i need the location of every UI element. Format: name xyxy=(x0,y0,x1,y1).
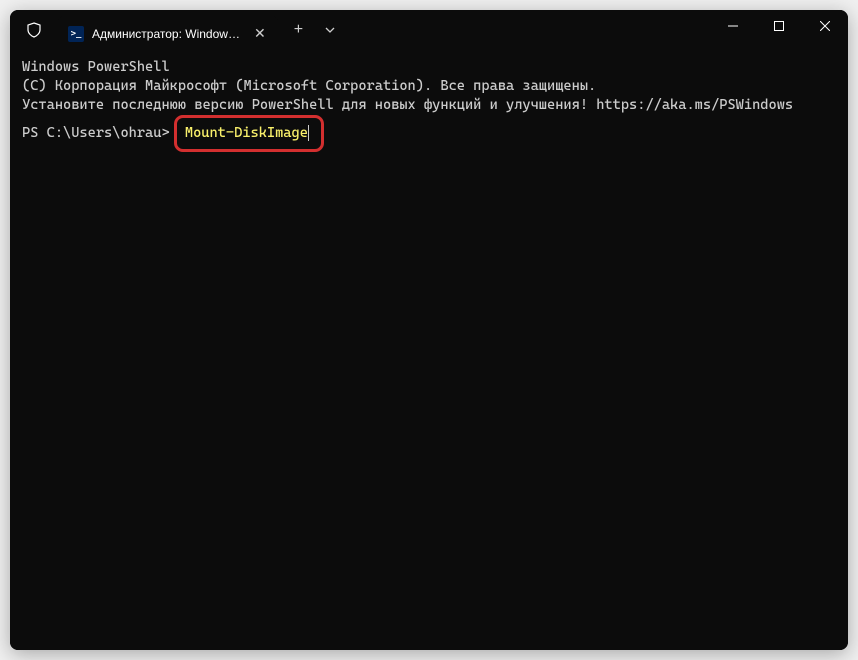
prompt-text: PS C:\Users\ohrau> xyxy=(22,124,178,143)
minimize-icon xyxy=(728,21,738,31)
tab-close-button[interactable]: ✕ xyxy=(250,23,270,44)
cursor xyxy=(308,125,309,141)
close-icon xyxy=(820,21,830,31)
chevron-down-icon xyxy=(325,27,335,33)
output-line: (C) Корпорация Майкрософт (Microsoft Cor… xyxy=(22,77,836,96)
terminal-content[interactable]: Windows PowerShell (C) Корпорация Майкро… xyxy=(10,50,848,650)
tab-dropdown-button[interactable] xyxy=(315,25,345,36)
shield-icon xyxy=(26,22,42,38)
window-controls xyxy=(710,10,848,50)
tab-title: Администратор: Windows Po xyxy=(92,27,242,41)
command-text: Mount-DiskImage xyxy=(185,124,308,143)
minimize-button[interactable] xyxy=(710,10,756,42)
maximize-icon xyxy=(774,21,784,31)
output-line: Windows PowerShell xyxy=(22,58,836,77)
new-tab-button[interactable]: + xyxy=(282,21,315,39)
command-highlight: Mount-DiskImage xyxy=(174,115,324,152)
close-button[interactable] xyxy=(802,10,848,42)
admin-shield-area xyxy=(10,10,58,50)
maximize-button[interactable] xyxy=(756,10,802,42)
titlebar: >_ Администратор: Windows Po ✕ + xyxy=(10,10,848,50)
prompt-line: PS C:\Users\ohrau> Mount-DiskImage xyxy=(22,115,836,152)
powershell-icon-glyph: >_ xyxy=(71,29,82,39)
powershell-icon: >_ xyxy=(68,26,84,42)
terminal-window: >_ Администратор: Windows Po ✕ + xyxy=(10,10,848,650)
titlebar-left: >_ Администратор: Windows Po ✕ + xyxy=(10,10,345,50)
output-line: Установите последнюю версию PowerShell д… xyxy=(22,96,836,115)
tab-powershell[interactable]: >_ Администратор: Windows Po ✕ xyxy=(58,16,278,50)
